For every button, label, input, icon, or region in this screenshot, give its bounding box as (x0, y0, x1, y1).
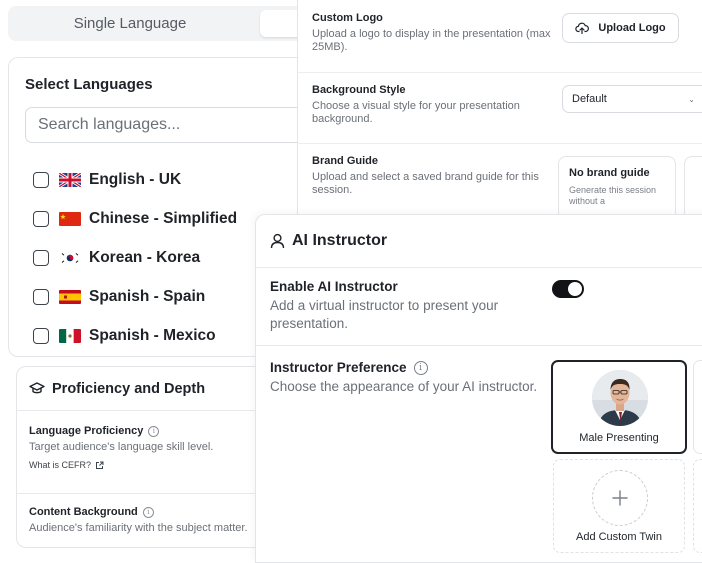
enable-ai-instructor-desc: Add a virtual instructor to present your… (270, 298, 499, 331)
instructor-preference-label: Instructor Preference (270, 360, 407, 375)
instructor-option-card[interactable] (693, 360, 702, 454)
language-proficiency-label: Language Proficiency i (29, 425, 160, 437)
enable-ai-instructor-label: Enable AI Instructor (270, 279, 398, 294)
instructor-preference-title: Instructor Preference i (270, 360, 428, 375)
info-icon[interactable]: i (142, 506, 154, 518)
divider (256, 345, 702, 346)
background-style-value: Default (572, 93, 607, 105)
divider (298, 72, 702, 73)
language-label: Spanish - Mexico (89, 327, 216, 344)
enable-ai-instructor-toggle[interactable] (552, 280, 584, 298)
proficiency-header: Proficiency and Depth (29, 381, 205, 397)
language-label: Spanish - Spain (89, 288, 206, 305)
content-background-label: Content Background i (29, 506, 154, 518)
upload-cloud-icon (575, 22, 590, 34)
china-flag-icon (59, 212, 81, 226)
toggle-knob (568, 282, 582, 296)
cefr-link-label: What is CEFR? (29, 460, 92, 470)
language-label: English - UK (89, 171, 182, 188)
background-style-select[interactable]: Default ⌄ (562, 85, 702, 113)
korea-flag-icon (59, 251, 81, 265)
mexico-flag-icon (59, 329, 81, 343)
no-brand-guide-title: No brand guide (569, 167, 650, 179)
divider (298, 143, 702, 144)
proficiency-title: Proficiency and Depth (52, 381, 206, 397)
language-mode-toggle: Single Language (8, 6, 320, 41)
external-link-icon (95, 461, 104, 470)
plus-icon (592, 470, 648, 526)
language-option[interactable]: Chinese - Simplified (33, 208, 237, 230)
language-checkbox[interactable] (33, 172, 49, 188)
no-brand-guide-card[interactable]: No brand guide Generate this session wit… (558, 156, 676, 215)
language-option[interactable]: Spanish - Spain (33, 286, 205, 308)
male-presenting-card[interactable]: Male Presenting (551, 360, 687, 454)
language-proficiency-desc: Target audience's language skill level. (29, 441, 214, 453)
brand-guide-title: Brand Guide (312, 155, 379, 167)
custom-logo-title: Custom Logo (312, 12, 383, 24)
add-custom-twin-label: Add Custom Twin (575, 531, 662, 543)
background-style-desc: Choose a visual style for your presentat… (312, 100, 520, 125)
male-presenting-label: Male Presenting (579, 432, 659, 444)
cefr-link[interactable]: What is CEFR? (29, 460, 104, 470)
language-checkbox[interactable] (33, 211, 49, 227)
content-background-desc: Audience's familiarity with the subject … (29, 522, 248, 534)
language-option[interactable]: English - UK (33, 169, 181, 191)
language-checkbox[interactable] (33, 289, 49, 305)
background-style-title: Background Style (312, 84, 406, 96)
brand-guide-desc: Upload and select a saved brand guide fo… (312, 171, 539, 196)
user-icon (270, 233, 285, 249)
language-checkbox[interactable] (33, 250, 49, 266)
graduation-cap-icon (29, 382, 45, 396)
language-option[interactable]: Spanish - Mexico (33, 325, 216, 347)
add-option-card[interactable] (693, 459, 702, 553)
info-icon[interactable]: i (148, 425, 160, 437)
chevron-down-icon: ⌄ (688, 95, 695, 104)
single-language-tab[interactable]: Single Language (8, 6, 252, 41)
select-languages-title: Select Languages (25, 76, 153, 93)
add-custom-twin-card[interactable]: Add Custom Twin (553, 459, 685, 553)
language-proficiency-title: Language Proficiency (29, 425, 144, 437)
spain-flag-icon (59, 290, 81, 304)
search-languages-input[interactable]: Search languages... (25, 107, 307, 143)
divider (256, 267, 702, 268)
upload-logo-button[interactable]: Upload Logo (562, 13, 679, 43)
content-background-title: Content Background (29, 506, 138, 518)
language-label: Korean - Korea (89, 249, 201, 266)
language-checkbox[interactable] (33, 328, 49, 344)
upload-logo-label: Upload Logo (598, 22, 666, 34)
brand-guide-option-card[interactable] (684, 156, 702, 215)
language-option[interactable]: Korean - Korea (33, 247, 200, 269)
ai-instructor-header: AI Instructor (270, 232, 387, 250)
uk-flag-icon (59, 173, 81, 187)
language-label: Chinese - Simplified (89, 210, 238, 227)
enable-ai-instructor-title: Enable AI Instructor (270, 279, 398, 294)
info-icon[interactable]: i (413, 360, 428, 375)
ai-instructor-panel: AI Instructor Enable AI Instructor Add a… (255, 214, 702, 563)
ai-instructor-title: AI Instructor (292, 232, 388, 249)
no-brand-guide-desc: Generate this session without a (569, 185, 657, 206)
presentation-settings-panel: Custom Logo Upload a logo to display in … (297, 0, 702, 215)
instructor-preference-desc: Choose the appearance of your AI instruc… (270, 379, 538, 394)
custom-logo-desc: Upload a logo to display in the presenta… (312, 28, 551, 53)
instructor-avatar (592, 370, 648, 426)
